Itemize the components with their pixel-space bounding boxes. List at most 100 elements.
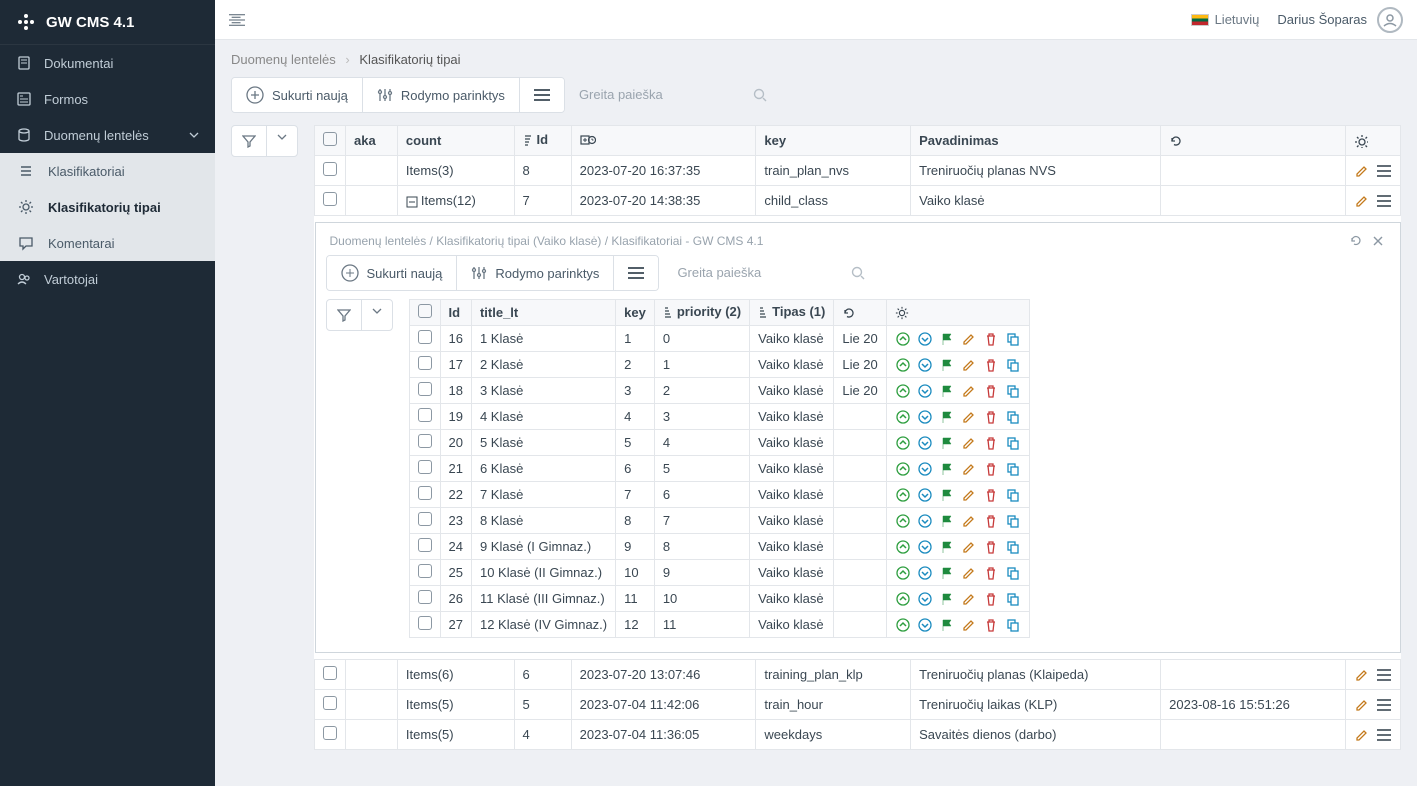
move-down-icon[interactable] [917,487,933,503]
flag-icon[interactable] [939,513,955,529]
edit-icon[interactable] [961,383,977,399]
filter-dropdown-button[interactable] [362,300,392,330]
col-priority[interactable]: priority (2) [654,300,749,326]
sidebar-subitem-2[interactable]: Komentarai [0,225,215,261]
nested-display-button[interactable]: Rodymo parinktys [457,256,614,290]
flag-icon[interactable] [939,539,955,555]
col-count[interactable]: count [397,126,514,156]
table-row[interactable]: 205 Klasė54Vaiko klasė [409,430,1029,456]
row-checkbox[interactable] [418,356,432,370]
brand[interactable]: GW CMS 4.1 [0,0,215,45]
menu-icon[interactable] [1376,163,1392,179]
delete-icon[interactable] [983,591,999,607]
row-checkbox[interactable] [418,408,432,422]
edit-icon[interactable] [961,513,977,529]
menu-icon[interactable] [1376,667,1392,683]
breadcrumb-parent[interactable]: Duomenų lentelės [231,52,336,67]
move-up-icon[interactable] [895,435,911,451]
row-checkbox[interactable] [418,434,432,448]
row-checkbox[interactable] [418,382,432,396]
move-up-icon[interactable] [895,383,911,399]
nested-search-input[interactable] [673,257,873,288]
edit-icon[interactable] [961,357,977,373]
flag-icon[interactable] [939,461,955,477]
row-checkbox[interactable] [418,486,432,500]
col-aka[interactable]: aka [346,126,398,156]
delete-icon[interactable] [983,617,999,633]
search-icon[interactable] [753,88,767,102]
move-down-icon[interactable] [917,409,933,425]
move-down-icon[interactable] [917,435,933,451]
col-key[interactable]: key [616,300,655,326]
flag-icon[interactable] [939,331,955,347]
copy-icon[interactable] [1005,487,1021,503]
table-row[interactable]: 227 Klasė76Vaiko klasė [409,482,1029,508]
more-menu-button[interactable] [520,78,564,112]
delete-icon[interactable] [983,331,999,347]
search-icon[interactable] [851,266,865,280]
col-id[interactable]: Id [440,300,471,326]
col-title[interactable]: title_lt [471,300,615,326]
row-checkbox[interactable] [418,460,432,474]
table-row[interactable]: Items(5)52023-07-04 11:42:06train_hourTr… [315,690,1401,720]
edit-icon[interactable] [961,461,977,477]
table-row[interactable]: 2510 Klasė (II Gimnaz.)109Vaiko klasė [409,560,1029,586]
sidebar-item-0[interactable]: Dokumentai [0,45,215,81]
edit-icon[interactable] [961,487,977,503]
table-row[interactable]: Items(6)62023-07-20 13:07:46training_pla… [315,660,1401,690]
edit-icon[interactable] [961,539,977,555]
edit-icon[interactable] [961,409,977,425]
flag-icon[interactable] [939,409,955,425]
edit-icon[interactable] [1354,163,1370,179]
filter-dropdown-button[interactable] [267,126,297,156]
edit-icon[interactable] [961,591,977,607]
sidebar-item-2[interactable]: Duomenų lentelės [0,117,215,153]
copy-icon[interactable] [1005,435,1021,451]
sidebar-item-3[interactable]: Vartotojai [0,261,215,297]
row-checkbox[interactable] [418,616,432,630]
copy-icon[interactable] [1005,513,1021,529]
row-checkbox[interactable] [323,696,337,710]
flag-icon[interactable] [939,383,955,399]
col-created[interactable] [571,126,756,156]
nested-create-button[interactable]: Sukurti naują [327,256,458,290]
col-checkbox[interactable] [315,126,346,156]
edit-icon[interactable] [1354,193,1370,209]
copy-icon[interactable] [1005,591,1021,607]
delete-icon[interactable] [983,357,999,373]
table-row[interactable]: Items(3)82023-07-20 16:37:35train_plan_n… [315,156,1401,186]
col-name[interactable]: Pavadinimas [911,126,1161,156]
refresh-icon[interactable] [1348,233,1364,249]
table-row[interactable]: 161 Klasė10Vaiko klasėLie 20 [409,326,1029,352]
row-checkbox[interactable] [323,162,337,176]
row-checkbox[interactable] [323,726,337,740]
delete-icon[interactable] [983,383,999,399]
move-up-icon[interactable] [895,461,911,477]
delete-icon[interactable] [983,461,999,477]
row-checkbox[interactable] [418,512,432,526]
table-row[interactable]: 2712 Klasė (IV Gimnaz.)1211Vaiko klasė [409,612,1029,638]
move-up-icon[interactable] [895,357,911,373]
table-row[interactable]: 2611 Klasė (III Gimnaz.)1110Vaiko klasė [409,586,1029,612]
row-checkbox[interactable] [418,330,432,344]
table-row[interactable]: 183 Klasė32Vaiko klasėLie 20 [409,378,1029,404]
edit-icon[interactable] [961,435,977,451]
delete-icon[interactable] [983,565,999,581]
delete-icon[interactable] [983,435,999,451]
move-up-icon[interactable] [895,409,911,425]
move-down-icon[interactable] [917,565,933,581]
col-id[interactable]: Id [514,126,571,156]
edit-icon[interactable] [1354,667,1370,683]
menu-toggle-icon[interactable] [229,12,245,28]
table-row[interactable]: Items(5)42023-07-04 11:36:05weekdaysSava… [315,720,1401,750]
search-box[interactable] [575,77,775,113]
copy-icon[interactable] [1005,565,1021,581]
user-menu[interactable]: Darius Šoparas [1277,7,1403,33]
sidebar-subitem-0[interactable]: Klasifikatoriai [0,153,215,189]
row-checkbox[interactable] [418,564,432,578]
move-up-icon[interactable] [895,591,911,607]
filter-button[interactable] [232,126,267,156]
row-checkbox[interactable] [323,666,337,680]
move-down-icon[interactable] [917,591,933,607]
edit-icon[interactable] [961,331,977,347]
